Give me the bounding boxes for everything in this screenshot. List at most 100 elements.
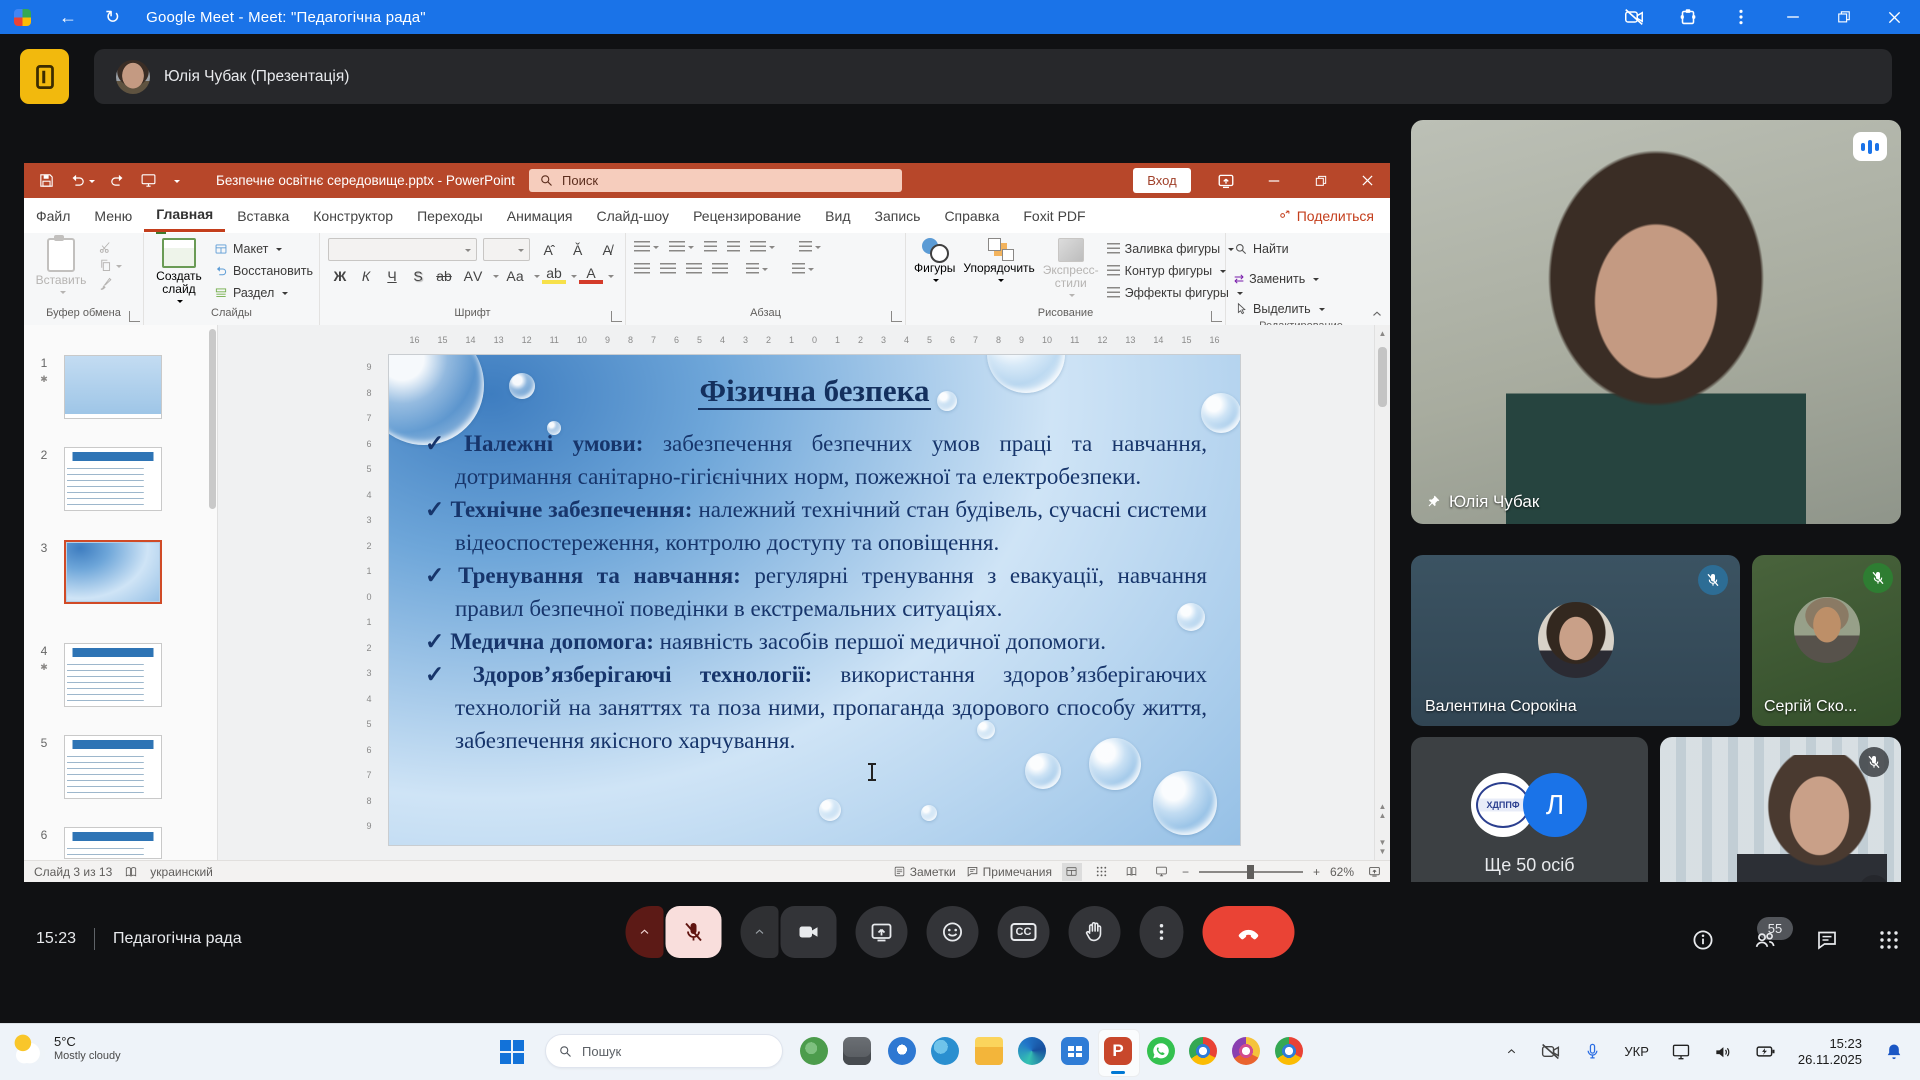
paragraph-dialog-launcher-icon[interactable] [891, 311, 902, 322]
meet-home-tile[interactable] [20, 49, 69, 104]
scroll-up-icon[interactable]: ▲ [1375, 325, 1390, 338]
change-case-button[interactable]: Аа [501, 268, 529, 284]
format-painter-icon[interactable] [98, 276, 113, 291]
next-slide-icon[interactable]: ▼▼ [1375, 838, 1390, 856]
scrollbar-thumb[interactable] [1378, 347, 1387, 407]
find-button[interactable]: Найти [1234, 238, 1370, 260]
reset-button[interactable]: Восстановить [214, 260, 313, 282]
copy-button[interactable] [98, 258, 122, 273]
char-spacing-button[interactable]: АV [458, 268, 488, 284]
captions-button[interactable]: CC [998, 906, 1050, 958]
ppt-minimize-icon[interactable] [1265, 172, 1283, 190]
collapse-ribbon-icon[interactable] [1370, 307, 1384, 321]
zoom-slider[interactable] [1199, 871, 1303, 873]
italic-button[interactable]: К [354, 268, 378, 284]
drawing-dialog-launcher-icon[interactable] [1211, 311, 1222, 322]
justify-icon[interactable] [712, 263, 728, 275]
slide-thumb-row-1[interactable]: 1✱ [24, 355, 217, 419]
slide-sorter-view-icon[interactable] [1092, 863, 1112, 881]
tab-home[interactable]: Главная [144, 200, 225, 232]
tab-insert[interactable]: Вставка [225, 200, 301, 232]
tab-file[interactable]: Файл [24, 200, 82, 232]
ppt-restore-icon[interactable] [1313, 173, 1329, 189]
more-options-button[interactable] [1140, 906, 1184, 958]
shape-fill-button[interactable]: Заливка фигуры [1107, 238, 1243, 260]
meeting-details-icon[interactable] [1691, 928, 1715, 952]
font-size-combo[interactable] [483, 238, 530, 261]
back-icon[interactable]: ← [59, 0, 77, 34]
slide-thumbnail[interactable] [64, 540, 162, 604]
tab-help[interactable]: Справка [932, 200, 1011, 232]
arrange-button[interactable]: Упорядочить [963, 238, 1034, 307]
increase-indent-icon[interactable] [727, 241, 740, 253]
keyboard-language[interactable]: УКР [1624, 1044, 1649, 1059]
browser-menu-icon[interactable] [1731, 7, 1751, 27]
whatsapp-icon[interactable] [1147, 1037, 1175, 1065]
spellcheck-icon[interactable] [124, 865, 138, 879]
paste-button[interactable]: Вставить [32, 238, 90, 307]
smartart-convert-icon[interactable] [792, 263, 805, 275]
tab-foxit[interactable]: Foxit PDF [1011, 200, 1097, 232]
app-messenger-icon[interactable] [931, 1037, 959, 1065]
slide-thumbnail[interactable] [64, 447, 162, 511]
zoom-slider-thumb[interactable] [1247, 865, 1254, 879]
share-button[interactable]: Поделиться [1277, 208, 1374, 224]
text-direction-icon[interactable] [799, 241, 812, 253]
undo-button[interactable] [69, 172, 95, 189]
ribbon-display-options-icon[interactable] [1217, 172, 1235, 190]
present-button[interactable] [856, 906, 908, 958]
network-icon[interactable] [1671, 1042, 1691, 1062]
zoom-out-icon[interactable]: − [1182, 865, 1189, 879]
tab-slideshow[interactable]: Слайд-шоу [584, 200, 681, 232]
app-chat-icon[interactable] [888, 1037, 916, 1065]
notifications-bell-icon[interactable] [1884, 1042, 1904, 1062]
language-label[interactable]: украинский [150, 865, 213, 879]
pin-icon[interactable] [1425, 494, 1441, 510]
slide-thumbnail[interactable] [64, 355, 162, 419]
window-close-icon[interactable] [1885, 8, 1904, 27]
new-slide-button[interactable]: Создать слайд [152, 238, 206, 307]
clear-format-icon[interactable]: А̸ [595, 242, 619, 258]
video-tile-serhii[interactable]: Сергій Ско... [1752, 555, 1901, 726]
signin-button[interactable]: Вход [1133, 168, 1191, 193]
cut-icon[interactable] [98, 240, 113, 255]
reading-view-icon[interactable] [1122, 863, 1142, 881]
decrease-indent-icon[interactable] [704, 241, 717, 253]
editor-scrollbar[interactable]: ▲ ▲▲ ▼▼ [1374, 325, 1390, 860]
layout-button[interactable]: Макет [214, 238, 313, 260]
bold-button[interactable]: Ж [328, 268, 352, 284]
slide-thumb-row-4[interactable]: 4✱ [24, 643, 217, 707]
align-center-icon[interactable] [660, 263, 676, 275]
text-shadow-button[interactable]: S [406, 268, 430, 284]
store-icon[interactable] [1061, 1037, 1089, 1065]
slide-thumbnail[interactable] [64, 643, 162, 707]
font-color-button[interactable]: А [579, 267, 603, 284]
chrome-profile-icon[interactable] [1275, 1037, 1303, 1065]
tab-view[interactable]: Вид [813, 200, 862, 232]
tab-transitions[interactable]: Переходы [405, 200, 495, 232]
notes-button[interactable]: Заметки [893, 865, 956, 879]
normal-view-icon[interactable] [1062, 863, 1082, 881]
tab-review[interactable]: Рецензирование [681, 200, 813, 232]
clipboard-dialog-launcher-icon[interactable] [129, 311, 140, 322]
comments-button[interactable]: Примечания [966, 865, 1052, 879]
app-gray-icon[interactable] [843, 1037, 871, 1065]
slide-thumbnail[interactable] [64, 827, 162, 859]
taskbar-search[interactable]: Пошук [545, 1034, 783, 1068]
mic-mute-button[interactable] [666, 906, 722, 958]
slide-thumb-row-2[interactable]: 2 [24, 447, 217, 511]
ppt-close-icon[interactable] [1359, 172, 1376, 189]
select-button[interactable]: Выделить [1234, 298, 1370, 320]
previous-slide-icon[interactable]: ▲▲ [1375, 802, 1390, 820]
window-restore-icon[interactable] [1835, 8, 1853, 26]
line-spacing-icon[interactable] [750, 241, 766, 253]
end-call-button[interactable] [1203, 906, 1295, 958]
slide-thumb-row-5[interactable]: 5 [24, 735, 217, 799]
strikethrough-button[interactable]: ab [432, 268, 456, 284]
highlight-color-button[interactable]: ab [542, 267, 566, 284]
slides-panel-scrollbar[interactable] [209, 329, 216, 509]
extensions-icon[interactable] [1677, 6, 1699, 28]
numbering-icon[interactable] [669, 241, 685, 253]
qat-customize-icon[interactable] [174, 180, 180, 186]
volume-icon[interactable] [1713, 1042, 1733, 1062]
